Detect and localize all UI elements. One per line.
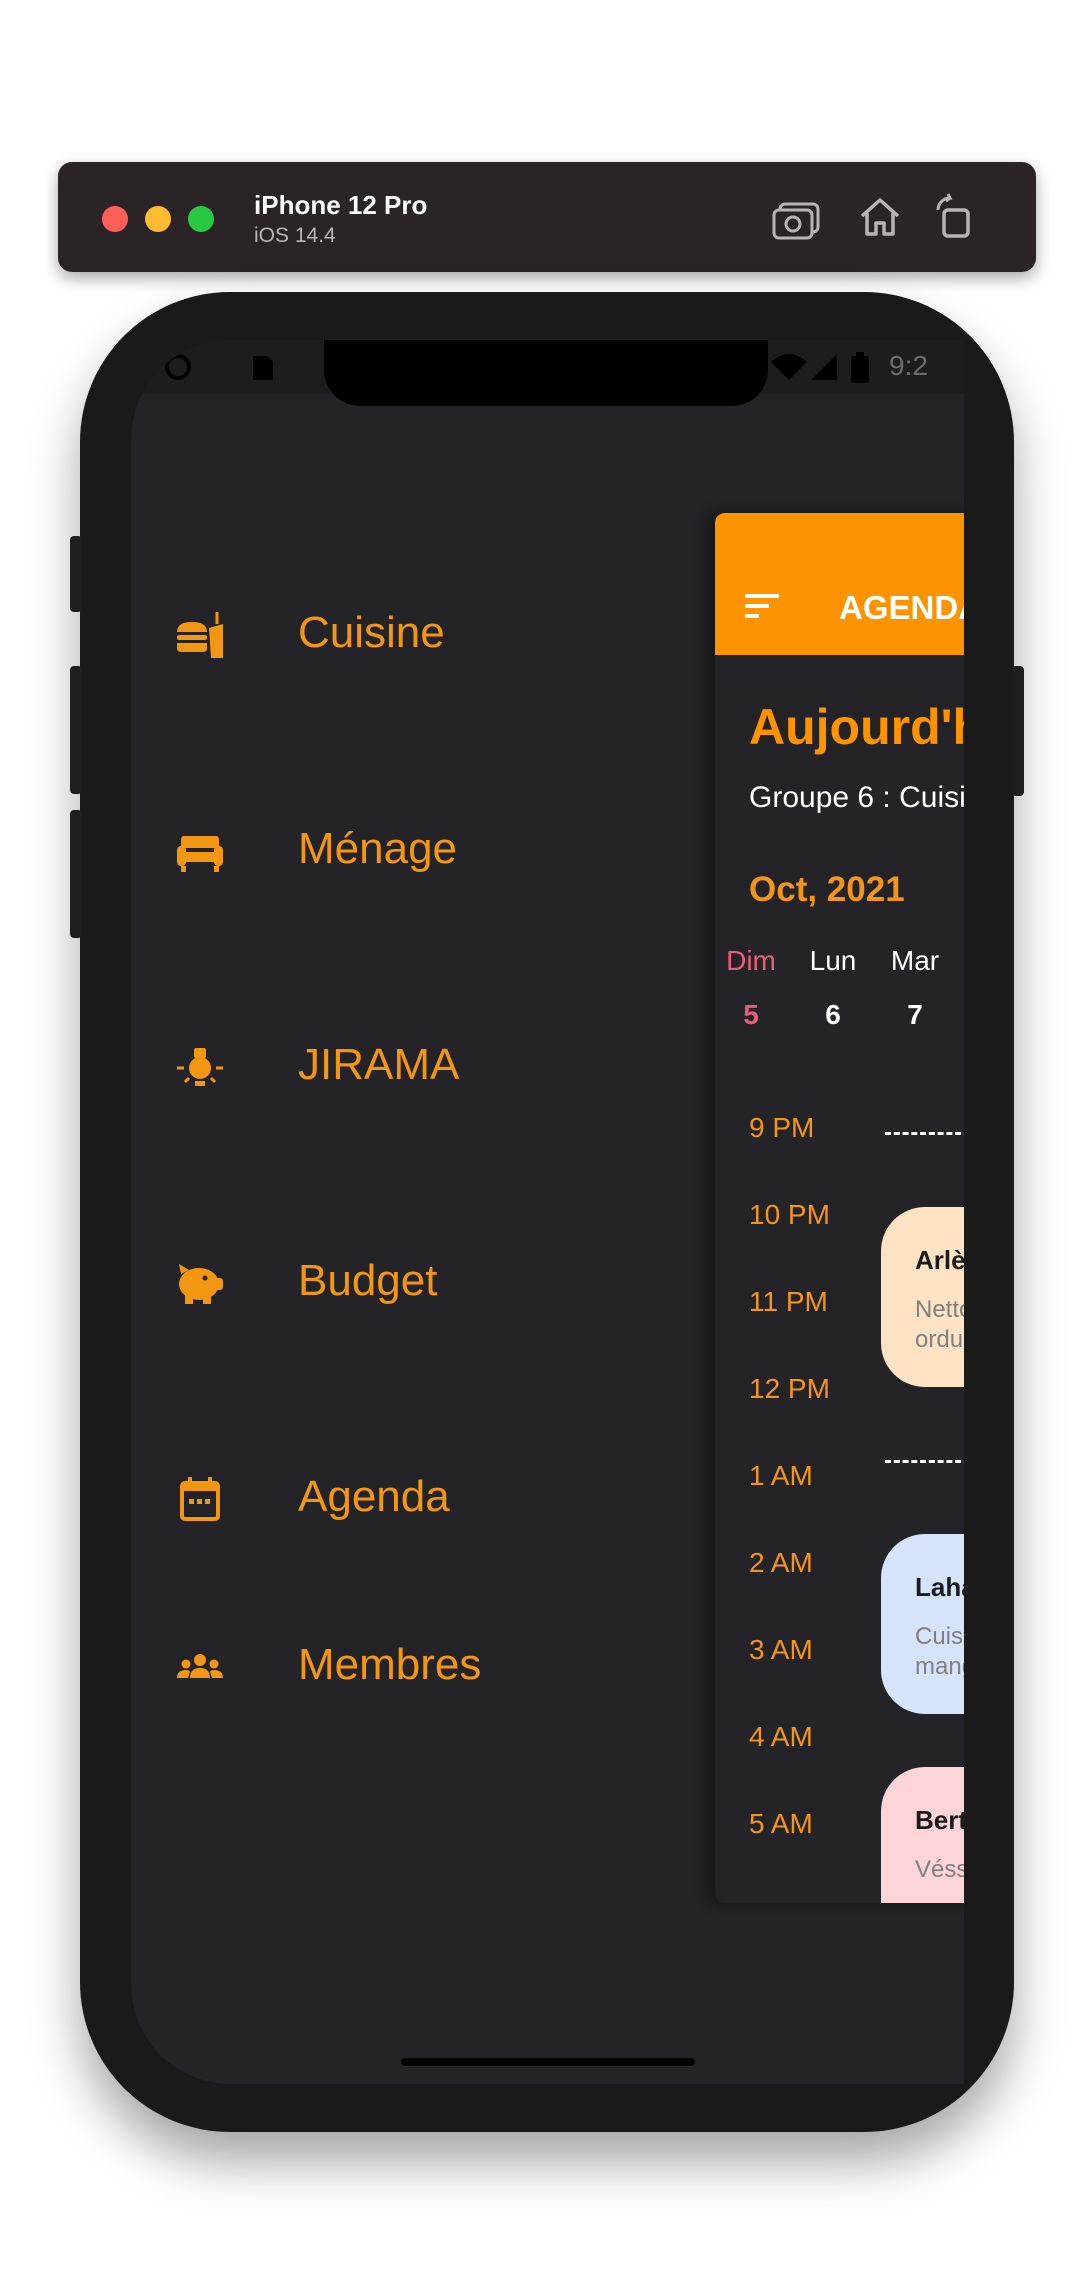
simulator-toolbar: iPhone 12 Pro iOS 14.4 (58, 162, 1036, 272)
cellular-signal-icon (811, 354, 837, 380)
app-bar-title: AGENDA (839, 589, 964, 626)
drawer-item-jirama[interactable]: JIRAMA (131, 1002, 691, 1122)
status-time: 9:2 (889, 350, 928, 381)
day-cell-mar[interactable]: Mar 7 (875, 945, 955, 1031)
drawer-item-label: Ménage (298, 824, 458, 873)
device-name: iPhone 12 Pro (254, 190, 428, 220)
day-number: 7 (907, 999, 923, 1030)
hour-label: 12 PM (749, 1373, 830, 1404)
volume-up-button (70, 666, 82, 794)
calendar-icon (180, 1477, 220, 1521)
month-label: Oct, 2021 (749, 870, 905, 909)
day-name: Dim (726, 945, 776, 976)
hour-label: 3 AM (749, 1634, 813, 1665)
phone-screen: 9:2 Cuisine Ménage JIRAMA Budget Agenda … (131, 340, 964, 2084)
day-number: 5 (743, 999, 759, 1030)
food-icon (177, 612, 223, 658)
wifi-icon (771, 354, 807, 380)
hour-label: 5 AM (749, 1808, 813, 1839)
rotate-icon[interactable] (930, 192, 982, 242)
drawer-item-agenda[interactable]: Agenda (131, 1434, 691, 1554)
drawer-item-menage[interactable]: Ménage (131, 786, 691, 906)
event-name: Laha (915, 1572, 964, 1602)
close-window-button[interactable] (102, 206, 128, 232)
hour-label: 10 PM (749, 1199, 830, 1230)
drawer-item-label: JIRAMA (298, 1040, 460, 1089)
piggy-bank-icon (179, 1264, 223, 1304)
hour-label: 4 AM (749, 1721, 813, 1752)
drawer-item-membres[interactable]: Membres (131, 1602, 691, 1722)
today-heading: Aujourd'h (749, 699, 964, 755)
event-card[interactable]: Laha Cuisimang (881, 1534, 964, 1714)
event-name: Arlè (915, 1245, 964, 1275)
volume-down-button (70, 810, 82, 938)
menu-sort-icon[interactable] (745, 593, 779, 619)
day-cell-dim[interactable]: Dim 5 (715, 945, 791, 1031)
hour-label: 11 PM (749, 1286, 828, 1317)
event-description: Cuisimang (915, 1623, 964, 1680)
os-version: iOS 14.4 (254, 224, 336, 247)
couch-icon (177, 836, 223, 872)
hour-label: 1 AM (749, 1460, 813, 1491)
notch (324, 340, 768, 406)
day-cell-lun[interactable]: Lun 6 (793, 945, 873, 1031)
app-bar: AGENDA (715, 513, 964, 655)
home-icon[interactable] (854, 192, 906, 242)
group-subtitle: Groupe 6 : Cuisi (749, 781, 964, 814)
zoom-window-button[interactable] (188, 206, 214, 232)
event-description: Nettoordur (915, 1296, 964, 1353)
event-description: Véss (915, 1856, 964, 1883)
event-name: Bert (915, 1805, 964, 1835)
day-number: 6 (825, 999, 841, 1030)
hour-label: 2 AM (749, 1547, 813, 1578)
battery-icon (851, 352, 869, 383)
minimize-window-button[interactable] (145, 206, 171, 232)
day-name: Mar (890, 945, 940, 976)
day-name: Lun (809, 945, 857, 976)
drawer-item-label: Membres (298, 1640, 482, 1689)
screenshot-icon[interactable] (770, 192, 822, 242)
drawer-item-label: Cuisine (298, 608, 445, 657)
sim-card-icon (253, 356, 273, 380)
drawer-item-label: Agenda (298, 1472, 450, 1521)
time-divider (885, 1460, 964, 1463)
drawer-item-cuisine[interactable]: Cuisine (131, 570, 691, 690)
drawer-item-label: Budget (298, 1256, 438, 1305)
group-icon (177, 1654, 223, 1678)
mute-switch (70, 536, 82, 612)
time-divider (885, 1132, 964, 1135)
agenda-panel[interactable]: AGENDA Aujourd'h Groupe 6 : Cuisi Oct, 2… (715, 513, 964, 1903)
status-indicators-icon (144, 354, 191, 380)
event-card[interactable]: Bert Véss (881, 1767, 964, 1903)
drawer-item-budget[interactable]: Budget (131, 1218, 691, 1338)
event-card[interactable]: Arlè Nettoordur (881, 1207, 964, 1387)
home-indicator[interactable] (401, 2058, 695, 2066)
power-button (1012, 666, 1024, 796)
lightbulb-icon (177, 1048, 223, 1086)
hour-label: 9 PM (749, 1112, 815, 1143)
